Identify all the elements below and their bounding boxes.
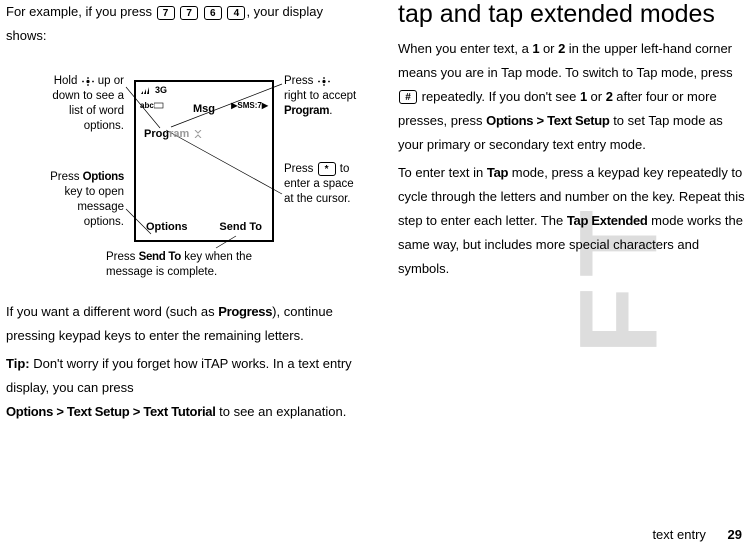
p2-a: If you want a different word (such as [6, 304, 218, 319]
intro-paragraph: For example, if you press 7 7 6 4, your … [6, 0, 358, 48]
key-6: 6 [204, 6, 222, 20]
softkey-row: Options Send To [136, 214, 272, 240]
intro-text-a: For example, if you press [6, 4, 156, 19]
digit-2b: 2 [606, 89, 613, 104]
section-heading: tap and tap extended modes [398, 0, 750, 29]
r-p2a: To enter text in [398, 165, 487, 180]
title-row: abc Msg ▶SMS:7▶ [136, 98, 272, 119]
phone-screen: 3G abc Msg ▶SMS:7▶ Program Options Send … [134, 80, 274, 242]
menu-path: Options > Text Setup > Text Tutorial [6, 404, 216, 419]
digit-1b: 1 [580, 89, 587, 104]
r-p1b2: or [587, 89, 606, 104]
progress-word: Progress [218, 304, 272, 319]
abc-indicator: abc [140, 99, 164, 114]
softkey-right: Send To [219, 217, 262, 237]
r-p1a: When you enter text, a [398, 41, 532, 56]
key-7-2: 7 [180, 6, 198, 20]
page-number: 29 [728, 527, 742, 542]
p3-c: to see an explanation. [216, 404, 347, 419]
different-word-paragraph: If you want a different word (such as Pr… [6, 300, 358, 348]
r-p1d: repeatedly. If you don't see [418, 89, 580, 104]
right-column: tap and tap extended modes When you ente… [378, 0, 756, 510]
key-4: 4 [227, 6, 245, 20]
tap-mode-paragraph: When you enter text, a 1 or 2 in the upp… [398, 37, 750, 157]
hash-key: # [399, 90, 417, 104]
options-path: Options > Text Setup [486, 113, 609, 128]
p3-b: Don't worry if you forget how iTAP works… [6, 356, 352, 395]
tap-word: Tap [487, 165, 508, 180]
sms-indicator: ▶SMS:7▶ [231, 99, 268, 114]
r-p1b: or [539, 41, 558, 56]
left-column: For example, if you press 7 7 6 4, your … [0, 0, 378, 510]
signal-icon [140, 85, 152, 95]
msg-title: Msg [193, 99, 215, 119]
tap-entry-paragraph: To enter text in Tap mode, press a keypa… [398, 161, 750, 281]
tap-extended-word: Tap Extended [567, 213, 648, 228]
expand-icon [193, 130, 203, 138]
text-entry-row: Program [136, 119, 272, 147]
typed-text: Prog [144, 128, 169, 140]
key-7-1: 7 [157, 6, 175, 20]
footer-section: text entry [652, 527, 705, 542]
tip-paragraph: Tip: Don't worry if you forget how iTAP … [6, 352, 358, 424]
softkey-left: Options [146, 217, 188, 237]
page-footer: text entry 29 [652, 523, 742, 547]
tip-label: Tip: [6, 356, 30, 371]
network-indicator: 3G [155, 82, 167, 99]
status-bar: 3G [136, 82, 272, 98]
suggested-text: ram [169, 128, 189, 140]
page-content: For example, if you press 7 7 6 4, your … [0, 0, 756, 510]
phone-diagram: Hold up ordown to see alist of wordoptio… [6, 54, 358, 286]
